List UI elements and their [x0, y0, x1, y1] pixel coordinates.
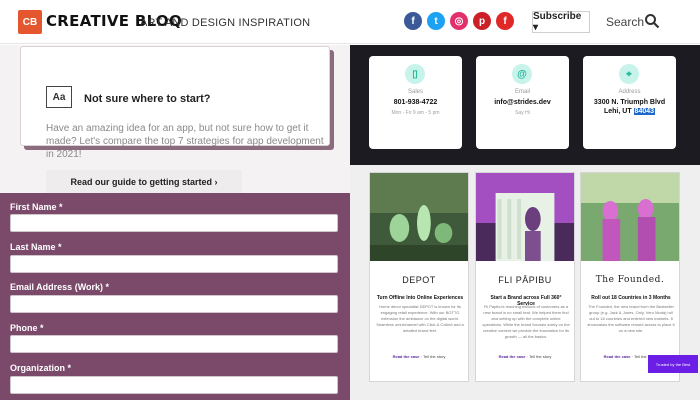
- facebook-icon[interactable]: f: [404, 12, 422, 30]
- search-label[interactable]: Search: [606, 15, 644, 29]
- work-brand: FLI PĀPIBU: [498, 275, 552, 285]
- instagram-icon[interactable]: ◎: [450, 12, 468, 30]
- work-links: Read the case · Tell the story: [392, 354, 446, 359]
- founded-image: [581, 173, 679, 261]
- email-card[interactable]: @ Email info@strides.dev Say Hi: [476, 56, 569, 149]
- logo-mark[interactable]: CB: [18, 10, 42, 34]
- flipboard-icon[interactable]: f: [496, 12, 514, 30]
- work-links: Read the case · Tell the story: [498, 354, 552, 359]
- subscribe-button[interactable]: Subscribe ▾: [532, 11, 590, 33]
- promo-title: Not sure where to start?: [84, 93, 211, 105]
- contact-section: ▯ Sales 801-938-4722 Mon - Fri 9 am - 5 …: [350, 45, 700, 165]
- read-case-link[interactable]: Read the case: [393, 354, 420, 359]
- work-brand: The Founded.: [595, 275, 665, 285]
- promo-description: Have an amazing idea for an app, but not…: [46, 123, 324, 160]
- phone-label: Phone *: [10, 323, 44, 333]
- read-guide-button[interactable]: Read our guide to getting started ›: [46, 170, 242, 194]
- lead-form: First Name * Last Name * Email Address (…: [0, 193, 350, 400]
- read-case-link[interactable]: Read the case: [499, 354, 526, 359]
- first-name-field[interactable]: [10, 214, 338, 232]
- email-label: Email Address (Work) *: [10, 282, 110, 292]
- story-link[interactable]: Tell the story: [529, 354, 551, 359]
- work-card[interactable]: The Founded. Roll out 18 Countries in 3 …: [580, 172, 680, 382]
- zip-highlight: 84043: [633, 108, 656, 115]
- search-icon[interactable]: [644, 13, 660, 29]
- read-case-link[interactable]: Read the case: [604, 354, 631, 359]
- address-line-1: 3300 N. Triumph Blvd: [593, 99, 666, 106]
- work-title: Roll out 18 Countries in 3 Months: [591, 295, 671, 301]
- location-icon: ⌖: [619, 64, 639, 84]
- contact-label: Address: [618, 89, 641, 95]
- sales-card[interactable]: ▯ Sales 801-938-4722 Mon - Fri 9 am - 5 …: [369, 56, 462, 149]
- site-tagline: ART AND DESIGN INSPIRATION: [140, 17, 311, 29]
- pinterest-icon[interactable]: p: [473, 12, 491, 30]
- work-card[interactable]: FLI PĀPIBU Start a Brand across Full 360…: [475, 172, 575, 382]
- organization-field[interactable]: [10, 376, 338, 394]
- floating-chip[interactable]: Trusted by the Best: [648, 355, 698, 373]
- site-header: CB CREATIVE BLOQ ART AND DESIGN INSPIRAT…: [0, 0, 700, 44]
- contact-label: Email: [514, 89, 530, 95]
- work-card[interactable]: DEPOT Turn Offline Into Online Experienc…: [369, 172, 469, 382]
- email-field[interactable]: [10, 295, 338, 313]
- typography-icon: Aa: [46, 86, 72, 108]
- contact-label: Sales: [407, 89, 423, 95]
- work-description: Home décor specialist DEPOT is known for…: [376, 304, 464, 333]
- last-name-label: Last Name *: [10, 242, 62, 252]
- work-description: Fli Papibu's reaching millions of custom…: [482, 304, 570, 339]
- organization-label: Organization *: [10, 363, 72, 373]
- contact-sub: Mon - Fri 9 am - 5 pm: [391, 110, 440, 116]
- first-name-label: First Name *: [10, 202, 63, 212]
- work-description: The Founded, the new brand from the Best…: [587, 304, 675, 333]
- work-brand: DEPOT: [402, 275, 436, 285]
- contact-value[interactable]: info@strides.dev: [476, 98, 569, 107]
- depot-image: [370, 173, 468, 261]
- contact-value[interactable]: 801-938-4722: [369, 98, 462, 107]
- work-title: Turn Offline Into Online Experiences: [376, 295, 464, 301]
- phone-icon: ▯: [405, 64, 425, 84]
- fli-image: [476, 173, 574, 261]
- story-link[interactable]: Tell the story: [423, 354, 445, 359]
- email-icon: @: [512, 64, 532, 84]
- address-card[interactable]: ⌖ Address 3300 N. Triumph Blvd Lehi, UT …: [583, 56, 676, 149]
- contact-value[interactable]: 3300 N. Triumph Blvd Lehi, UT 84043: [583, 98, 676, 116]
- address-line-2: Lehi, UT: [603, 108, 634, 115]
- contact-sub: Say Hi: [515, 110, 530, 116]
- phone-field[interactable]: [10, 335, 338, 353]
- last-name-field[interactable]: [10, 255, 338, 273]
- twitter-icon[interactable]: t: [427, 12, 445, 30]
